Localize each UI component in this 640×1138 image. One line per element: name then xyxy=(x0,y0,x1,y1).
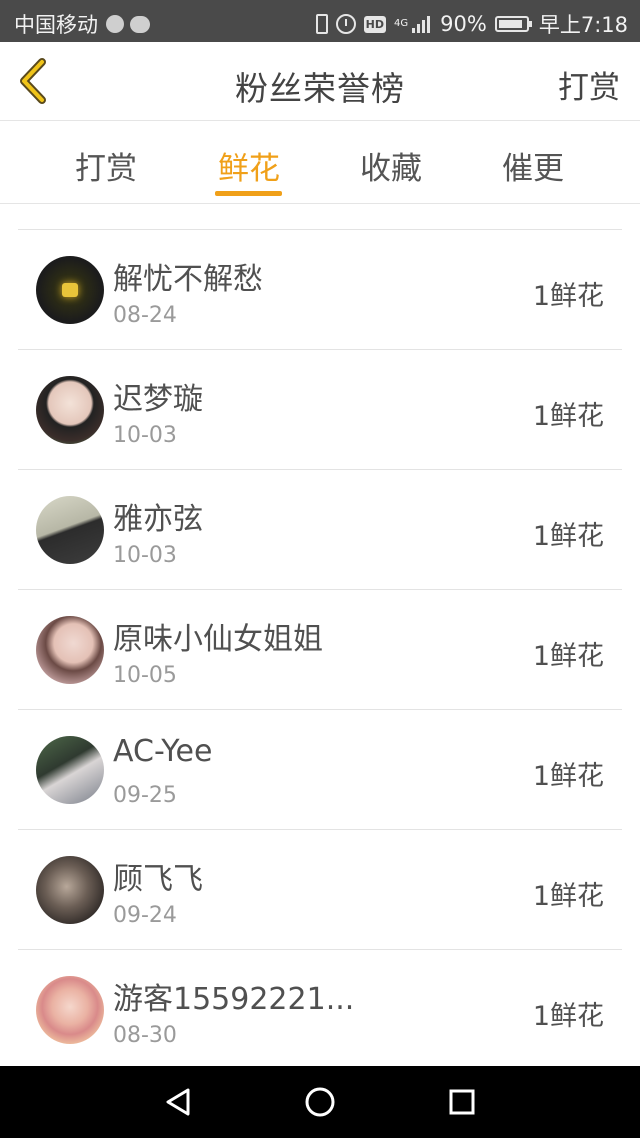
nav-home-button[interactable] xyxy=(300,1082,340,1122)
item-date: 10-03 xyxy=(113,543,177,568)
triangle-back-icon xyxy=(166,1088,190,1116)
alarm-icon xyxy=(335,14,356,34)
active-tab-indicator xyxy=(215,191,282,196)
tab-reward[interactable]: 打赏 xyxy=(46,143,166,188)
reward-button[interactable]: 打赏 xyxy=(558,62,620,107)
network-type-label: 4G xyxy=(394,18,409,29)
square-recents-icon xyxy=(449,1089,475,1115)
clock-time: 早上7:18 xyxy=(538,13,628,37)
user-name: 顾飞飞 xyxy=(113,862,203,897)
battery-icon xyxy=(494,16,532,32)
list-item[interactable]: 原味小仙女姐姐 10-05 1鲜花 xyxy=(0,590,640,710)
status-left: 中国移动 xyxy=(14,9,150,39)
flower-count: 1鲜花 xyxy=(532,641,604,672)
tab-flowers[interactable]: 鲜花 xyxy=(189,143,309,188)
avatar[interactable] xyxy=(36,376,104,444)
avatar[interactable] xyxy=(36,256,104,324)
list-item[interactable]: 顾飞飞 09-24 1鲜花 xyxy=(0,830,640,950)
tab-urge-update[interactable]: 催更 xyxy=(473,143,593,188)
user-name: 游客15592221... xyxy=(113,982,355,1017)
flower-count: 1鲜花 xyxy=(532,761,604,792)
avatar[interactable] xyxy=(36,856,104,924)
user-name: 迟梦璇 xyxy=(113,382,203,417)
user-name: AC-Yee xyxy=(113,734,213,769)
nav-recents-button[interactable] xyxy=(442,1082,482,1122)
item-date: 09-25 xyxy=(113,783,177,808)
nav-back-button[interactable] xyxy=(158,1082,198,1122)
avatar[interactable] xyxy=(36,496,104,564)
flower-count: 1鲜花 xyxy=(532,401,604,432)
avatar[interactable] xyxy=(36,616,104,684)
list-item[interactable]: 游客15592221... 08-30 1鲜花 xyxy=(0,950,640,1066)
app-root: 中国移动 HD 4G 90% 早上7:18 粉丝荣誉榜 打赏 打赏 鲜花 收藏 … xyxy=(0,0,640,1138)
user-name: 原味小仙女姐姐 xyxy=(113,622,323,657)
top-app-bar: 粉丝荣誉榜 打赏 xyxy=(0,42,640,121)
list-item[interactable]: AC-Yee 09-25 1鲜花 xyxy=(0,710,640,830)
list-item[interactable]: 雅亦弦 10-03 1鲜花 xyxy=(0,470,640,590)
battery-percent: 90% xyxy=(440,12,487,36)
vibrate-icon xyxy=(315,14,328,34)
item-date: 10-05 xyxy=(113,663,177,688)
message-notification-icon xyxy=(130,15,150,33)
avatar[interactable] xyxy=(36,736,104,804)
item-date: 08-30 xyxy=(113,1023,177,1048)
fan-ranking-list[interactable]: 解忧不解愁 08-24 1鲜花 迟梦璇 10-03 1鲜花 雅亦弦 10-03 … xyxy=(0,204,640,1066)
carrier-label: 中国移动 xyxy=(14,13,98,37)
flower-count: 1鲜花 xyxy=(532,881,604,912)
flower-count: 1鲜花 xyxy=(532,281,604,312)
app-notification-icon xyxy=(106,15,124,33)
status-bar: 中国移动 HD 4G 90% 早上7:18 xyxy=(0,0,640,42)
flower-count: 1鲜花 xyxy=(532,521,604,552)
circle-home-icon xyxy=(305,1087,335,1117)
tab-bar: 打赏 鲜花 收藏 催更 xyxy=(0,121,640,204)
item-date: 10-03 xyxy=(113,423,177,448)
avatar[interactable] xyxy=(36,976,104,1044)
page-title: 粉丝荣誉榜 xyxy=(235,69,405,108)
item-date: 08-24 xyxy=(113,303,177,328)
status-right: HD 4G 90% 早上7:18 xyxy=(308,9,628,39)
hd-icon: HD xyxy=(363,15,387,33)
signal-icon xyxy=(412,15,432,33)
item-date: 09-24 xyxy=(113,903,177,928)
list-item[interactable]: 解忧不解愁 08-24 1鲜花 xyxy=(0,230,640,350)
user-name: 雅亦弦 xyxy=(113,502,203,537)
battery-level-fill xyxy=(498,20,522,28)
system-nav-bar xyxy=(0,1066,640,1138)
list-item[interactable]: 迟梦璇 10-03 1鲜花 xyxy=(0,350,640,470)
user-name: 解忧不解愁 xyxy=(113,262,263,297)
flower-count: 1鲜花 xyxy=(532,1001,604,1032)
tab-favorites[interactable]: 收藏 xyxy=(331,143,451,188)
